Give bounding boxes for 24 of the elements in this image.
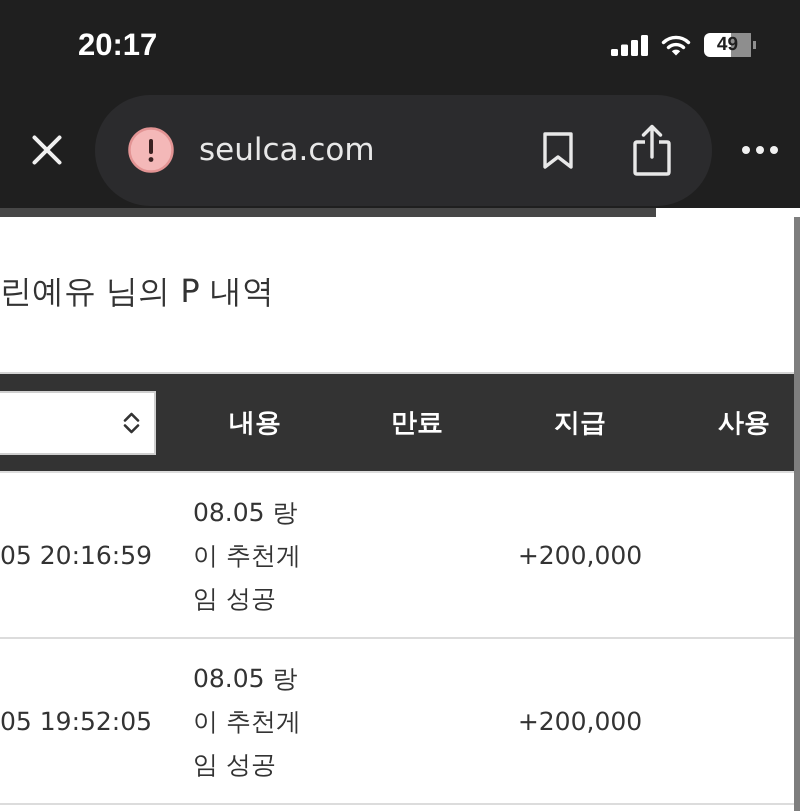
bookmark-icon[interactable] (543, 132, 573, 168)
select-field[interactable] (0, 390, 156, 454)
column-header: 사용 (718, 407, 770, 440)
column-header: 내용 (229, 407, 281, 440)
address-bar[interactable]: seulca.com (95, 94, 712, 206)
description-text: 08.05 랑이 추천게임 성공 (193, 662, 302, 780)
timestamp-text: 05 20:16:59 (0, 540, 152, 570)
page-title: 린예유 님의 P 내역 (0, 270, 274, 312)
updown-chevron-icon (123, 412, 140, 434)
share-icon[interactable] (633, 124, 671, 176)
battery-indicator: 49 (704, 33, 756, 57)
timestamp-text: 05 19:52:05 (0, 706, 152, 736)
granted-points-text: +200,000 (518, 540, 642, 570)
warning-icon[interactable] (128, 127, 174, 173)
wifi-icon (661, 34, 691, 56)
description-text: 08.05 랑이 추천게임 성공 (193, 496, 302, 614)
column-header: 지급 (554, 407, 606, 440)
close-icon[interactable] (32, 135, 62, 165)
more-options-icon[interactable] (742, 146, 778, 154)
url-text[interactable]: seulca.com (199, 132, 543, 168)
granted-points-text: +200,000 (518, 706, 642, 736)
signal-icon (611, 34, 648, 56)
clock-time: 20:17 (78, 27, 158, 63)
column-header: 만료 (391, 407, 443, 440)
